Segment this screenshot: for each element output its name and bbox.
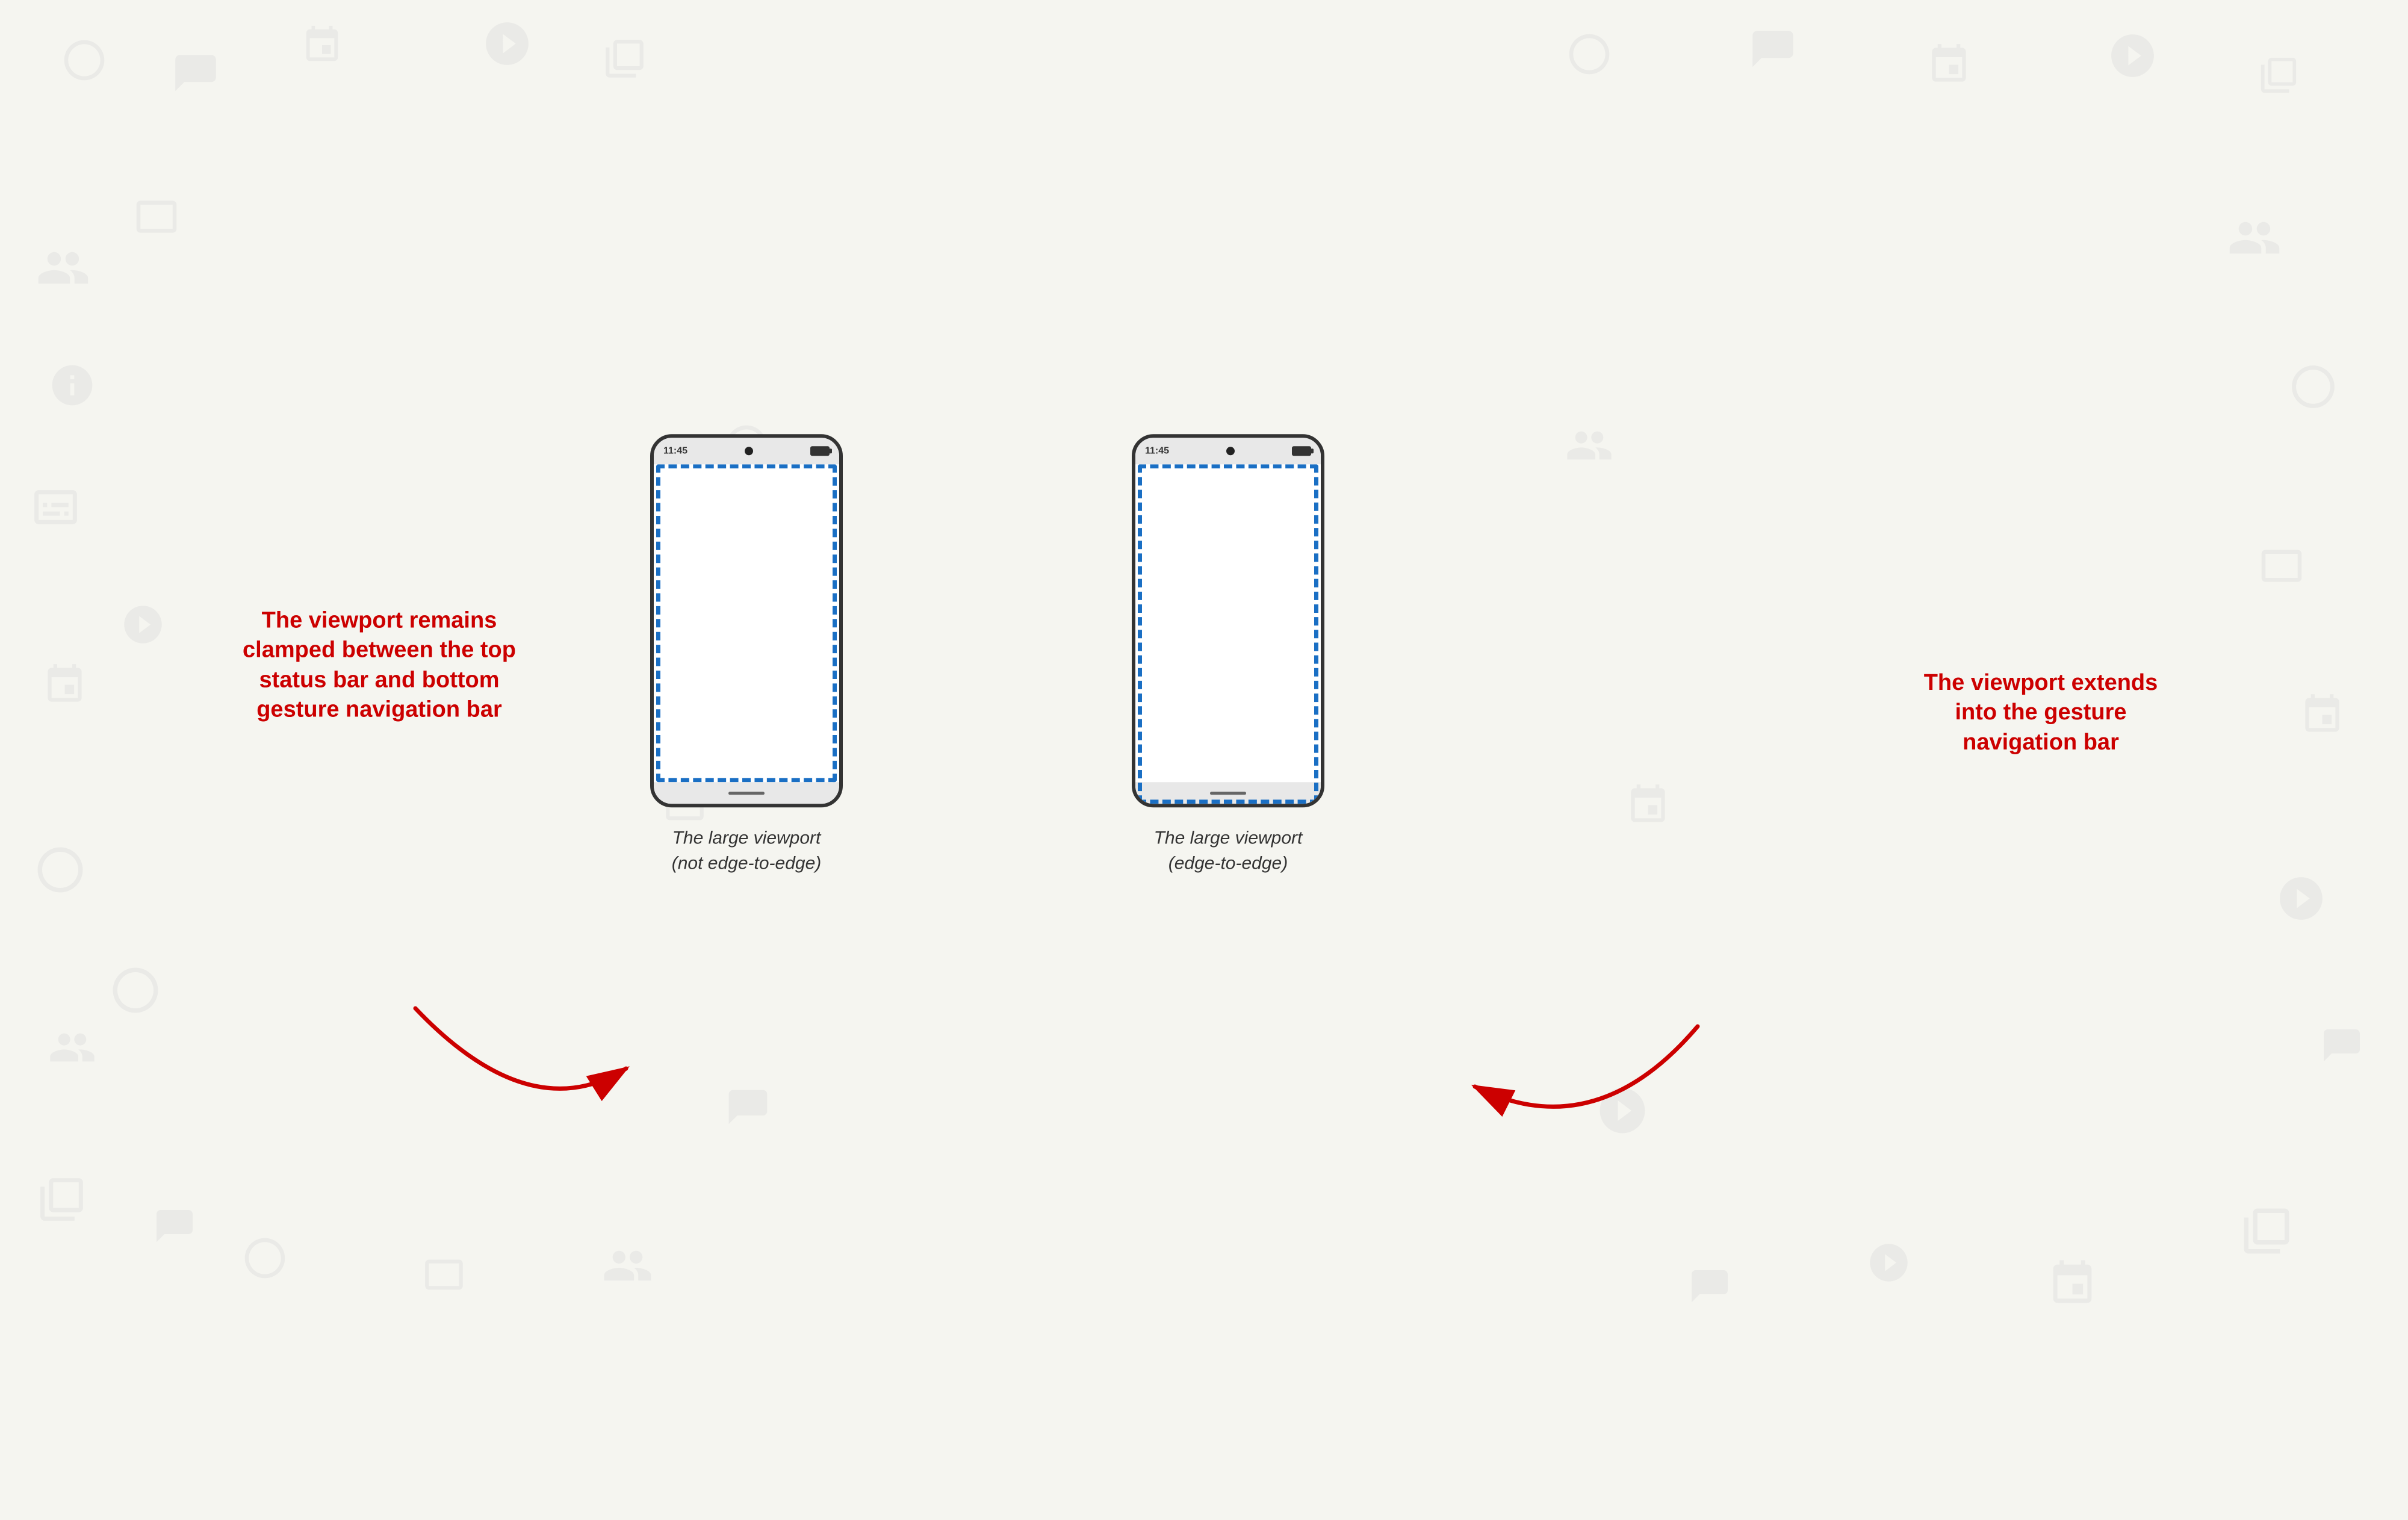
left-status-bar: 11:45: [654, 438, 839, 464]
right-phone: 11:45: [1132, 434, 1324, 807]
right-nav-bar: [1135, 782, 1321, 804]
left-nav-indicator: [728, 792, 765, 795]
left-battery: [810, 446, 830, 456]
main-content: The viewport remains clamped between the…: [0, 0, 2408, 1354]
left-phone-caption: The large viewport (not edge-to-edge): [672, 825, 822, 876]
right-status-bar: 11:45: [1135, 438, 1321, 464]
right-phone-wrapper: 11:45 The large viewport (edge-to-edge): [1132, 434, 1324, 876]
left-phone-body: [654, 464, 839, 782]
left-phone: 11:45: [650, 434, 843, 807]
left-phone-wrapper: 11:45 The large viewport (not edge-to-ed…: [650, 434, 843, 876]
right-battery: [1292, 446, 1311, 456]
right-phone-body: [1135, 464, 1321, 782]
right-annotation: The viewport extends into the gesture na…: [1914, 668, 2167, 757]
left-annotation: The viewport remains clamped between the…: [241, 606, 518, 725]
right-phone-caption: The large viewport (edge-to-edge): [1154, 825, 1303, 876]
left-nav-bar: [654, 782, 839, 804]
right-nav-indicator: [1210, 792, 1246, 795]
left-camera: [745, 447, 753, 455]
right-status-time: 11:45: [1145, 445, 1169, 456]
right-camera: [1226, 447, 1235, 455]
left-status-time: 11:45: [663, 445, 687, 456]
